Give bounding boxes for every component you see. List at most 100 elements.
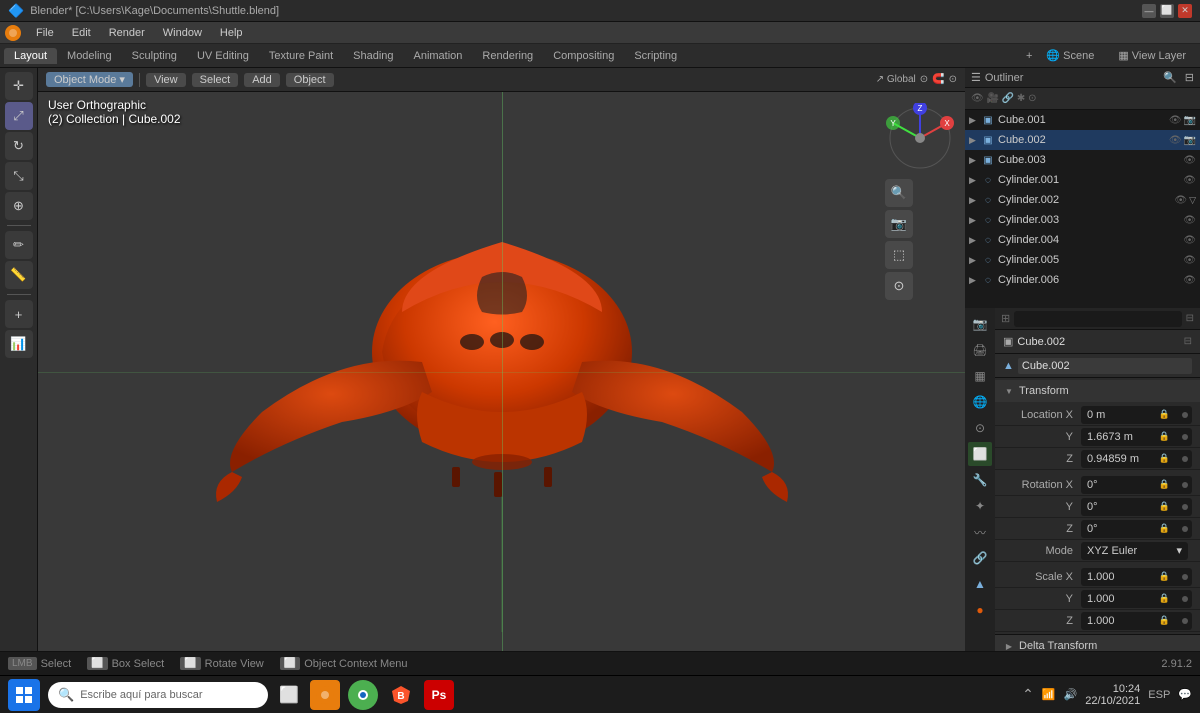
object-menu[interactable]: Object [286, 73, 334, 87]
prop-render-icon[interactable]: 📷 [968, 312, 992, 336]
tab-modeling[interactable]: Modeling [57, 48, 122, 64]
prop-object-icon[interactable]: ⬜ [968, 442, 992, 466]
rotation-mode-field[interactable]: XYZ Euler ▾ [1081, 542, 1188, 560]
data-name-input[interactable] [1018, 358, 1192, 374]
snap-btn[interactable]: 🧲 [932, 74, 944, 85]
rotation-x-field[interactable]: 0° 🔒 [1081, 476, 1192, 494]
tool-scale[interactable]: ⤡ [5, 162, 33, 190]
tool-stat[interactable]: 📊 [5, 330, 33, 358]
outliner-row-cyl003[interactable]: ▶ ◌ Cylinder.003 👁 [965, 210, 1200, 230]
select-menu[interactable]: Select [192, 73, 239, 87]
taskbar-blender[interactable] [310, 680, 340, 710]
props-search-input[interactable] [1014, 311, 1181, 327]
taskbar-up-arrow[interactable]: ⌃ [1022, 686, 1034, 703]
outliner-row-cyl002[interactable]: ▶ ◌ Cylinder.002 👁 ▽ [965, 190, 1200, 210]
camera-toggle-btn[interactable]: 📷 [885, 210, 913, 238]
prop-constraint-icon[interactable]: 🔗 [968, 546, 992, 570]
eye-icon-3[interactable]: 👁 [1183, 155, 1196, 166]
outliner-search-icon[interactable]: 🔍 [1163, 71, 1177, 84]
menu-edit[interactable]: Edit [64, 25, 99, 41]
tab-scripting[interactable]: Scripting [624, 48, 687, 64]
taskbar-search[interactable]: 🔍 Escribe aquí para buscar [48, 682, 268, 708]
tab-animation[interactable]: Animation [404, 48, 473, 64]
tab-texture-paint[interactable]: Texture Paint [259, 48, 343, 64]
prop-particle-icon[interactable]: ✦ [968, 494, 992, 518]
shading-btn[interactable]: ⊙ [885, 272, 913, 300]
render-icon[interactable]: 📷 [1184, 115, 1196, 126]
tool-move[interactable]: ⤢ [5, 102, 33, 130]
prop-modifier-icon[interactable]: 🔧 [968, 468, 992, 492]
maximize-button[interactable]: ⬜ [1160, 4, 1174, 18]
location-z-field[interactable]: 0.94859 m 🔒 [1081, 450, 1192, 468]
menu-help[interactable]: Help [212, 25, 251, 41]
tab-compositing[interactable]: Compositing [543, 48, 624, 64]
tool-annotate[interactable]: ✏ [5, 231, 33, 259]
prop-world-icon[interactable]: ⊙ [968, 416, 992, 440]
taskbar-task-view[interactable]: ⬜ [276, 682, 302, 708]
prop-data-icon[interactable]: ▲ [968, 572, 992, 596]
taskbar-notification[interactable]: 💬 [1178, 688, 1192, 701]
zoom-btn[interactable]: 🔍 [885, 179, 913, 207]
tab-rendering[interactable]: Rendering [472, 48, 543, 64]
eye-icon-8[interactable]: 👁 [1183, 255, 1196, 266]
scale-z-field[interactable]: 1.000 🔒 [1081, 612, 1192, 630]
outliner-row-cube002[interactable]: ▶ ▣ Cube.002 👁 📷 [965, 130, 1200, 150]
prop-scene-icon[interactable]: 🌐 [968, 390, 992, 414]
object-mode-dropdown[interactable]: Object Mode ▾ [46, 72, 133, 87]
minimize-button[interactable]: — [1142, 4, 1156, 18]
add-workspace-btn[interactable]: + [1026, 50, 1032, 62]
scale-x-field[interactable]: 1.000 🔒 [1081, 568, 1192, 586]
eye-icon-9[interactable]: 👁 [1183, 275, 1196, 286]
nav-gizmo[interactable]: X Y Z [885, 103, 955, 173]
tab-uv-editing[interactable]: UV Editing [187, 48, 259, 64]
taskbar-ps[interactable]: Ps [424, 680, 454, 710]
outliner-filter-icon[interactable]: ⊟ [1185, 71, 1194, 84]
taskbar-chrome[interactable] [348, 680, 378, 710]
tab-layout[interactable]: Layout [4, 48, 57, 64]
view-menu[interactable]: View [146, 73, 186, 87]
eye-icon-4[interactable]: 👁 [1183, 175, 1196, 186]
outliner-row-cyl001[interactable]: ▶ ◌ Cylinder.001 👁 [965, 170, 1200, 190]
tool-add[interactable]: + [5, 300, 33, 328]
eye-icon[interactable]: 👁 [1169, 115, 1182, 126]
overlay-btn[interactable]: ⬚ [885, 241, 913, 269]
prop-material-icon[interactable]: ● [968, 598, 992, 622]
tool-transform[interactable]: ⊕ [5, 192, 33, 220]
tool-rotate[interactable]: ↻ [5, 132, 33, 160]
outliner-row-cube001[interactable]: ▶ ▣ Cube.001 👁 📷 [965, 110, 1200, 130]
transform-header[interactable]: ▼ Transform [995, 380, 1200, 402]
viewport[interactable]: Object Mode ▾ View Select Add Object ↗ G… [38, 68, 965, 651]
tab-sculpting[interactable]: Sculpting [122, 48, 187, 64]
tab-shading[interactable]: Shading [343, 48, 403, 64]
tool-measure[interactable]: 📏 [5, 261, 33, 289]
tab-view-layer[interactable]: ▦ View Layer [1108, 47, 1196, 64]
object-fake-user-icon[interactable]: ⊟ [1184, 336, 1192, 347]
location-x-field[interactable]: 0 m 🔒 [1081, 406, 1192, 424]
tool-cursor[interactable]: ✛ [5, 72, 33, 100]
menu-file[interactable]: File [28, 25, 62, 41]
location-y-field[interactable]: 1.6673 m 🔒 [1081, 428, 1192, 446]
close-button[interactable]: ✕ [1178, 4, 1192, 18]
prop-physics-icon[interactable]: 〰 [968, 520, 992, 544]
rotation-y-field[interactable]: 0° 🔒 [1081, 498, 1192, 516]
eye-icon-7[interactable]: 👁 [1183, 235, 1196, 246]
tab-scene[interactable]: 🌐 Scene [1036, 47, 1104, 64]
taskbar-brave[interactable]: B [386, 680, 416, 710]
outliner-row-cyl006[interactable]: ▶ ◌ Cylinder.006 👁 [965, 270, 1200, 290]
viewport-3d[interactable] [38, 92, 965, 651]
eye-icon-6[interactable]: 👁 [1183, 215, 1196, 226]
eye-icon-5[interactable]: 👁 [1174, 195, 1187, 206]
proportional-btn[interactable]: ⊙ [949, 74, 957, 85]
rotation-z-field[interactable]: 0° 🔒 [1081, 520, 1192, 538]
scale-y-field[interactable]: 1.000 🔒 [1081, 590, 1192, 608]
prop-view-layer-icon[interactable]: ▦ [968, 364, 992, 388]
eye-icon-2[interactable]: 👁 [1169, 135, 1182, 146]
outliner-row-cyl005[interactable]: ▶ ◌ Cylinder.005 👁 [965, 250, 1200, 270]
add-menu[interactable]: Add [244, 73, 280, 87]
menu-window[interactable]: Window [155, 25, 210, 41]
start-button[interactable] [8, 679, 40, 711]
prop-output-icon[interactable]: 🖨 [968, 338, 992, 362]
outliner-row-cyl004[interactable]: ▶ ◌ Cylinder.004 👁 [965, 230, 1200, 250]
delta-transform-header[interactable]: ▶ Delta Transform [995, 635, 1200, 651]
outliner-row-cube003[interactable]: ▶ ▣ Cube.003 👁 [965, 150, 1200, 170]
